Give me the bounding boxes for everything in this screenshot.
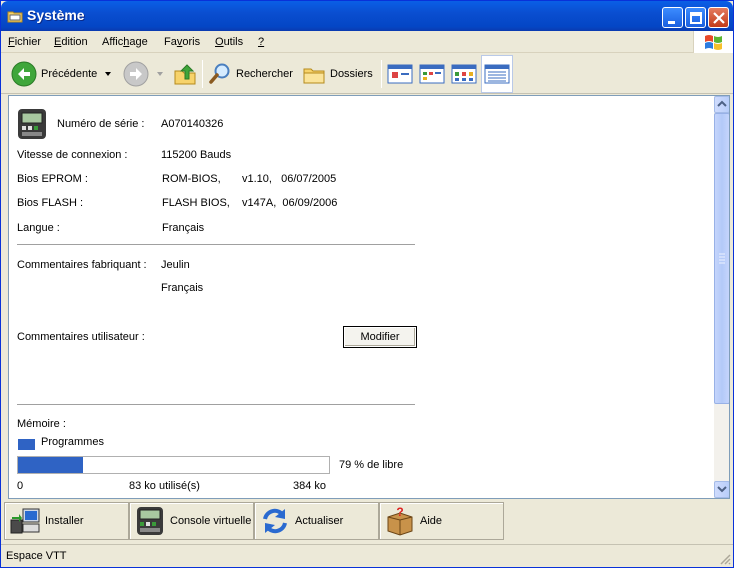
- eprom-label: Bios EPROM :: [17, 173, 88, 185]
- view-icon: [419, 64, 445, 84]
- folder-icon: [7, 11, 23, 23]
- console-icon: [137, 507, 163, 535]
- view-icon: [387, 64, 413, 84]
- serial-value: A070140326: [161, 118, 224, 130]
- scroll-down-button[interactable]: [714, 481, 729, 498]
- status-text: Espace VTT: [6, 550, 67, 562]
- virtual-console-button[interactable]: Console virtuelle: [129, 502, 254, 540]
- divider: [17, 244, 415, 245]
- chevron-down-icon: [717, 486, 727, 493]
- maker-comments-line1: Jeulin: [161, 259, 190, 271]
- windows-flag-icon: [705, 35, 722, 50]
- help-button[interactable]: ? Aide: [379, 502, 504, 540]
- maximize-icon: [690, 12, 702, 24]
- eprom-version: v1.10, 06/07/2005: [242, 173, 337, 185]
- language-value: Français: [162, 222, 205, 234]
- vertical-scrollbar[interactable]: [714, 96, 729, 498]
- memory-label: Mémoire :: [17, 418, 66, 430]
- folder-up-icon: [174, 64, 196, 85]
- folders-button[interactable]: Dossiers: [302, 58, 373, 90]
- divider: [17, 404, 415, 405]
- close-button[interactable]: [708, 7, 729, 28]
- search-button[interactable]: Rechercher: [208, 58, 293, 90]
- menu-bar: Fichier Edition Affichage Favoris Outils…: [1, 31, 733, 53]
- svg-text:?: ?: [396, 505, 403, 519]
- close-icon: [713, 12, 725, 24]
- help-box-icon: ?: [387, 505, 413, 536]
- folders-icon: [303, 68, 325, 84]
- view-thumbnails-button[interactable]: [387, 58, 413, 90]
- toolbar: Précédente Rechercher Dossiers: [1, 54, 733, 94]
- resize-grip-icon[interactable]: [719, 553, 731, 565]
- action-bar: Installer Console virtuelle Actualiser ?…: [1, 501, 733, 541]
- minimize-icon: [668, 21, 675, 24]
- chevron-down-icon[interactable]: [101, 69, 115, 79]
- memory-scale-max: 384 ko: [293, 480, 327, 492]
- flash-name: FLASH BIOS,: [162, 197, 230, 209]
- menu-outils[interactable]: Outils: [215, 36, 243, 48]
- memory-used-text: 83 ko utilisé(s): [129, 480, 200, 492]
- view-icon: [484, 64, 510, 84]
- menu-edition[interactable]: Edition: [54, 36, 88, 48]
- install-icon: [10, 508, 40, 534]
- view-tiles-button[interactable]: [419, 58, 445, 90]
- chevron-up-icon: [717, 100, 727, 107]
- window-title: Système: [27, 7, 85, 23]
- chevron-down-icon[interactable]: [153, 69, 167, 79]
- forward-button[interactable]: [123, 58, 167, 90]
- install-button[interactable]: Installer: [4, 502, 129, 540]
- refresh-icon: [263, 508, 287, 534]
- toolbar-separator: [381, 60, 382, 88]
- scroll-up-button[interactable]: [714, 96, 729, 113]
- view-icon: [451, 64, 477, 84]
- title-bar[interactable]: Système: [1, 1, 733, 31]
- menu-affichage[interactable]: Affichage: [102, 36, 148, 48]
- search-icon: [209, 63, 230, 84]
- minimize-button[interactable]: [662, 7, 683, 28]
- user-comments-label: Commentaires utilisateur :: [17, 331, 145, 343]
- maximize-button[interactable]: [685, 7, 706, 28]
- memory-progress-bar: [17, 456, 330, 474]
- view-icons-button[interactable]: [451, 58, 477, 90]
- maker-comments-line2: Français: [161, 282, 204, 294]
- refresh-button[interactable]: Actualiser: [254, 502, 379, 540]
- modify-button[interactable]: Modifier: [343, 326, 417, 348]
- legend-label: Programmes: [41, 436, 104, 448]
- back-arrow-icon: [11, 61, 37, 87]
- forward-arrow-icon: [123, 61, 149, 87]
- system-info-panel: Numéro de série : A070140326 Vitesse de …: [8, 95, 730, 499]
- status-bar: Espace VTT: [1, 544, 733, 567]
- main-window: Système Fichier Edition Affichage Favori…: [0, 0, 734, 568]
- speed-value: 115200 Bauds: [161, 149, 232, 161]
- view-details-button[interactable]: [481, 55, 513, 93]
- speed-label: Vitesse de connexion :: [17, 149, 128, 161]
- flash-version: v147A, 06/09/2006: [242, 197, 338, 209]
- up-folder-button[interactable]: [172, 58, 198, 90]
- windows-logo: [693, 31, 733, 53]
- back-button[interactable]: Précédente: [11, 58, 115, 90]
- maker-comments-label: Commentaires fabriquant :: [17, 259, 147, 271]
- grip-icon: [719, 253, 725, 264]
- menu-fichier[interactable]: Fichier: [8, 36, 41, 48]
- menu-favoris[interactable]: Favoris: [164, 36, 200, 48]
- device-icon: [18, 109, 46, 139]
- memory-scale-min: 0: [17, 480, 24, 492]
- legend-swatch: [18, 439, 35, 450]
- flash-label: Bios FLASH :: [17, 197, 84, 209]
- memory-free-text: 79 % de libre: [339, 459, 404, 471]
- menu-help[interactable]: ?: [258, 36, 264, 48]
- scroll-thumb[interactable]: [714, 113, 729, 404]
- toolbar-separator: [202, 60, 203, 88]
- memory-progress-fill: [18, 457, 83, 473]
- language-label: Langue :: [17, 222, 60, 234]
- serial-label: Numéro de série :: [57, 118, 145, 130]
- eprom-name: ROM-BIOS,: [162, 173, 221, 185]
